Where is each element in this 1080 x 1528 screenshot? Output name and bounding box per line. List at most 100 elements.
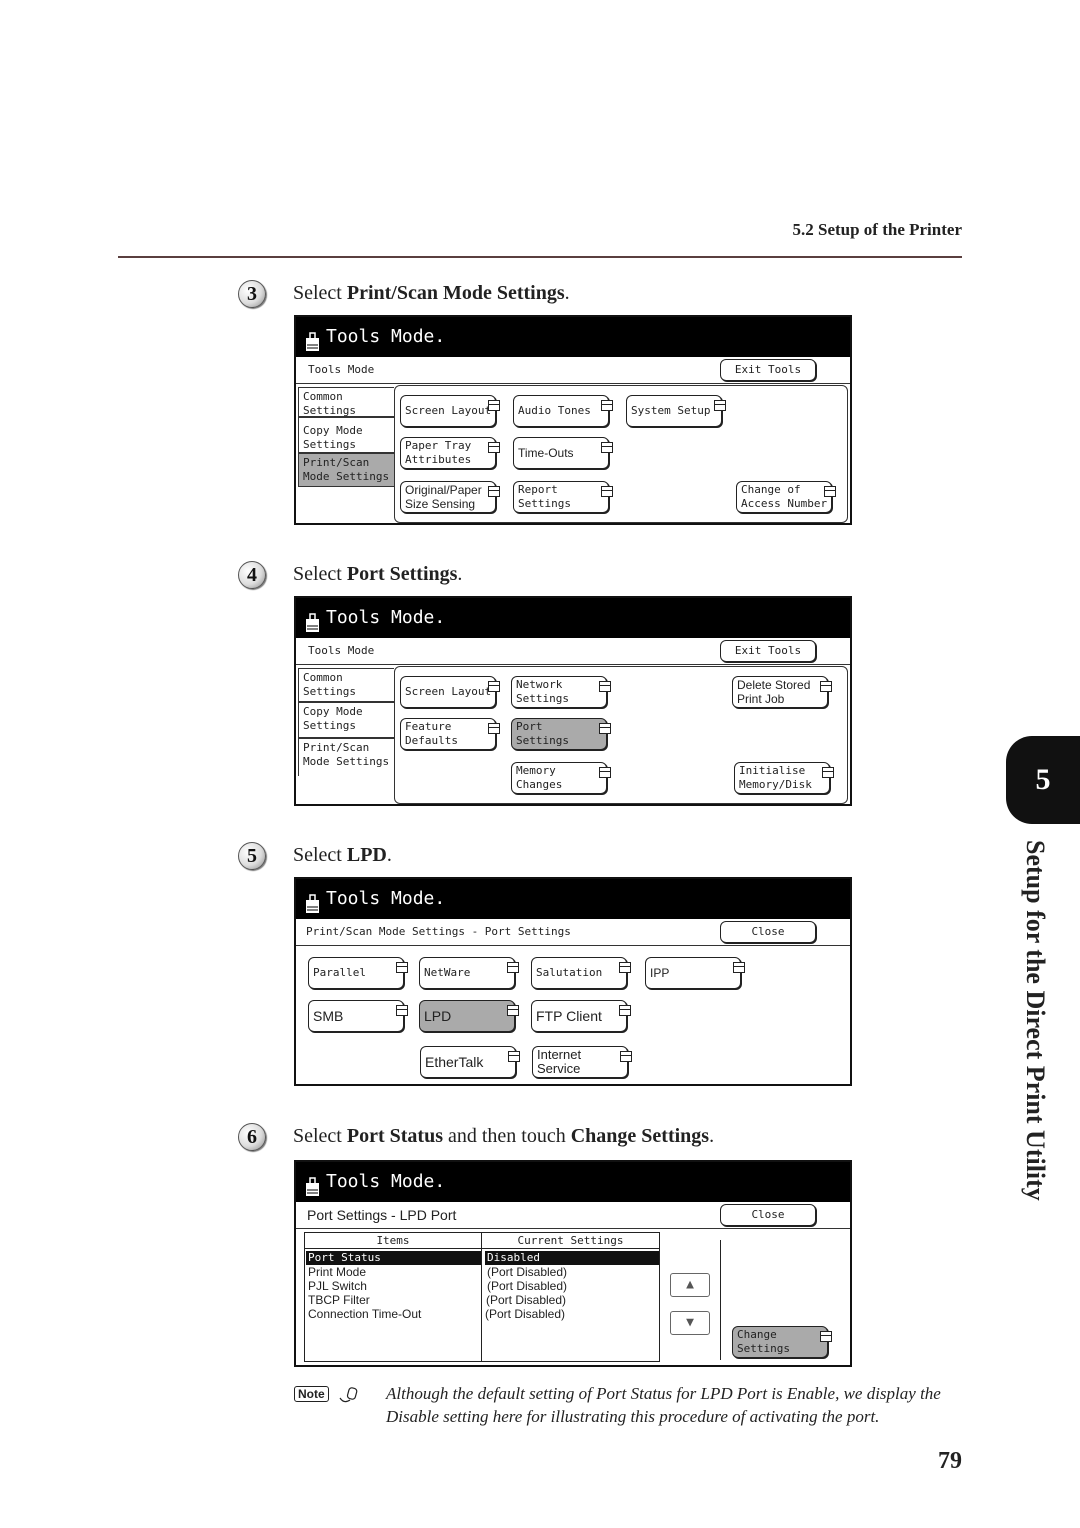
initialise-memory-disk-button[interactable]: Initialise Memory/Disk <box>734 762 834 794</box>
paper-tray-attributes-button[interactable]: Paper Tray Attributes <box>400 437 500 469</box>
tab-copy-mode-settings[interactable]: Copy Mode Settings <box>298 702 394 738</box>
list-row[interactable]: Port Status Disabled <box>305 1251 659 1265</box>
button-label: Change of Access Number <box>741 483 828 510</box>
step-text: . <box>386 844 392 866</box>
change-access-number-button[interactable]: Change of Access Number <box>736 481 836 513</box>
port-lpd-button[interactable]: LPD <box>419 1000 519 1032</box>
list-row[interactable]: TBCP Filter (Port Disabled) <box>305 1293 659 1307</box>
button-label: SMB <box>313 1008 344 1024</box>
port-salutation-button[interactable]: Salutation <box>531 957 631 989</box>
screen-title: Tools Mode. <box>326 888 446 909</box>
button-label: System Setup <box>631 404 711 417</box>
list-row[interactable]: Connection Time-Out (Port Disabled) <box>305 1307 659 1321</box>
submenu-icon <box>601 486 613 497</box>
step-text: . <box>709 1125 715 1147</box>
screen-title: Tools Mode. <box>326 326 446 347</box>
port-settings-button[interactable]: Port Settings <box>511 718 611 750</box>
change-settings-button[interactable]: Change Settings <box>732 1326 832 1358</box>
memory-changes-button[interactable]: Memory Changes <box>511 762 611 794</box>
button-label: LPD <box>424 1008 452 1024</box>
tab-print-scan-mode-settings[interactable]: Print/Scan Mode Settings <box>298 453 394 487</box>
audio-tones-button[interactable]: Audio Tones <box>513 395 613 427</box>
tools-icon <box>304 608 322 632</box>
close-button[interactable]: Close <box>720 1204 816 1226</box>
tools-icon <box>304 889 322 913</box>
button-label: Memory Changes <box>516 764 563 791</box>
port-ethertalk-button[interactable]: EtherTalk <box>420 1046 520 1078</box>
submenu-icon <box>714 400 726 411</box>
screen-layout-button[interactable]: Screen Layout <box>400 395 500 427</box>
list-row[interactable]: PJL Switch (Port Disabled) <box>305 1279 659 1293</box>
step-text: . <box>457 563 463 585</box>
list-row[interactable]: Print Mode (Port Disabled) <box>305 1265 659 1279</box>
item-value: (Port Disabled) <box>485 1307 566 1321</box>
tab-common-settings[interactable]: Common Settings <box>298 387 394 417</box>
port-settings-screen: Tools Mode. Print/Scan Mode Settings - P… <box>294 877 852 1086</box>
port-smb-button[interactable]: SMB <box>308 1000 408 1032</box>
section-header: 5.2 Setup of the Printer <box>792 220 962 239</box>
screen-layout-button[interactable]: Screen Layout <box>400 676 500 708</box>
page-number: 79 <box>938 1448 962 1474</box>
system-setup-button[interactable]: System Setup <box>626 395 726 427</box>
port-internet-service-button[interactable]: Internet Service <box>532 1046 632 1078</box>
button-label: Salutation <box>536 966 603 979</box>
button-label: Feature Defaults <box>405 720 458 747</box>
button-label: Internet Service <box>537 1047 582 1076</box>
submenu-icon <box>599 767 611 778</box>
submenu-icon <box>599 723 611 734</box>
chapter-tab: 5 <box>1006 736 1080 824</box>
exit-tools-button[interactable]: Exit Tools <box>720 359 816 381</box>
port-netware-button[interactable]: NetWare <box>419 957 519 989</box>
button-label: NetWare <box>424 966 471 979</box>
tab-common-settings[interactable]: Common Settings <box>298 668 394 702</box>
feature-defaults-button[interactable]: Feature Defaults <box>400 718 500 750</box>
step-number: 6 <box>238 1123 266 1151</box>
breadcrumb-bar: Tools Mode Exit Tools <box>296 638 850 665</box>
submenu-icon <box>619 962 631 973</box>
submenu-icon <box>620 1051 632 1062</box>
submenu-icon <box>820 681 832 692</box>
note-badge: Note <box>294 1386 329 1402</box>
step-text: Select <box>293 282 347 304</box>
step-bold: Port Settings <box>346 563 458 585</box>
submenu-icon <box>488 486 500 497</box>
item-name: Print Mode <box>308 1265 367 1279</box>
item-name: Connection Time-Out <box>308 1307 422 1321</box>
lpd-port-screen: Tools Mode. Port Settings - LPD Port Clo… <box>294 1160 852 1367</box>
scroll-down-button[interactable]: ▼ <box>670 1311 710 1335</box>
button-label: Delete Stored Print Job <box>737 678 811 706</box>
tab-print-scan-mode-settings[interactable]: Print/Scan Mode Settings <box>298 738 394 776</box>
tools-icon <box>304 327 322 351</box>
tools-icon <box>304 1172 322 1196</box>
breadcrumb-bar: Print/Scan Mode Settings - Port Settings… <box>296 919 850 946</box>
port-ftp-client-button[interactable]: FTP Client <box>531 1000 631 1032</box>
submenu-icon <box>488 442 500 453</box>
button-label: Parallel <box>313 966 366 979</box>
button-label: Port Settings <box>516 720 569 747</box>
breadcrumb-bar: Port Settings - LPD Port Close <box>296 1202 850 1229</box>
submenu-icon <box>507 962 519 973</box>
list-header: Items Current Settings <box>305 1233 659 1249</box>
button-label: EtherTalk <box>425 1054 484 1070</box>
report-settings-button[interactable]: Report Settings <box>513 481 613 513</box>
button-label: Screen Layout <box>405 404 492 417</box>
port-ipp-button[interactable]: IPP <box>645 957 745 989</box>
delete-stored-print-job-button[interactable]: Delete Stored Print Job <box>732 676 832 708</box>
tab-copy-mode-settings[interactable]: Copy Mode Settings <box>298 417 394 453</box>
step-bold: Port Status <box>346 1125 443 1147</box>
breadcrumb-bar: Tools Mode Exit Tools <box>296 357 850 384</box>
button-label: Network Settings <box>516 678 569 705</box>
time-outs-button[interactable]: Time-Outs <box>513 437 613 469</box>
button-label: Initialise Memory/Disk <box>739 764 812 791</box>
exit-tools-button[interactable]: Exit Tools <box>720 640 816 662</box>
button-label: Change Settings <box>737 1328 790 1355</box>
original-paper-size-sensing-button[interactable]: Original/Paper Size Sensing <box>400 481 500 513</box>
submenu-icon <box>488 400 500 411</box>
submenu-icon <box>601 442 613 453</box>
scroll-up-button[interactable]: ▲ <box>670 1273 710 1297</box>
header-rule <box>118 256 962 258</box>
step-text: and then touch <box>442 1125 571 1147</box>
port-parallel-button[interactable]: Parallel <box>308 957 408 989</box>
network-settings-button[interactable]: Network Settings <box>511 676 611 708</box>
close-button[interactable]: Close <box>720 921 816 943</box>
